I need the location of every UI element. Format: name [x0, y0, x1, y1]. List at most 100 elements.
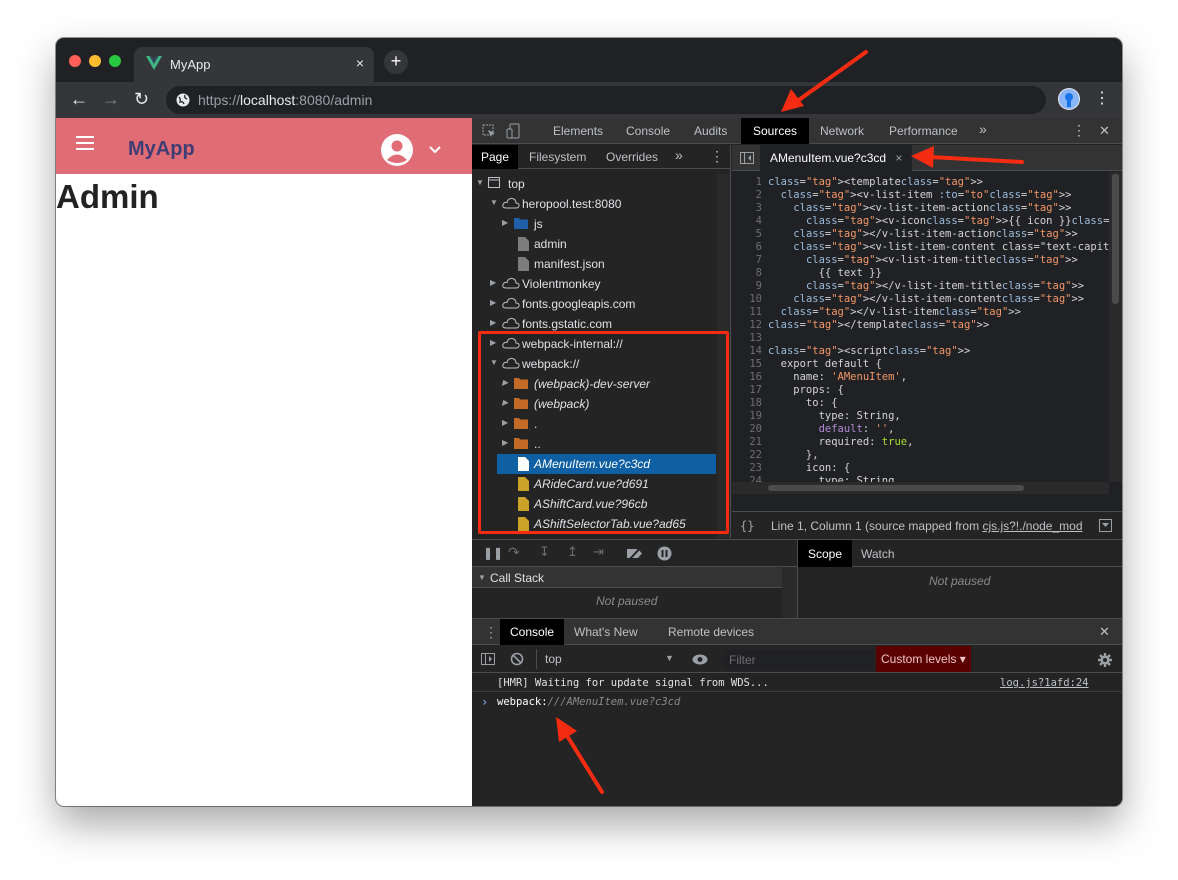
call-stack-header[interactable]: ▼ Call Stack — [472, 567, 782, 588]
line-number[interactable]: 14 — [732, 345, 762, 357]
more-tabs-icon[interactable]: » — [979, 121, 987, 137]
tab-watch[interactable]: Watch — [861, 547, 895, 561]
console-input[interactable]: webpack:///AMenuItem.vue?c3cd — [497, 696, 680, 708]
show-sidebar-icon[interactable] — [481, 653, 495, 665]
pause-icon[interactable]: ❚❚ — [483, 546, 503, 560]
forward-arrow-icon[interactable]: → — [102, 89, 120, 110]
step-into-icon[interactable]: ↧ — [539, 544, 550, 560]
line-number[interactable]: 13 — [732, 332, 762, 344]
close-window-button[interactable] — [69, 55, 81, 67]
pause-on-exceptions-icon[interactable] — [657, 546, 672, 561]
profile-avatar[interactable] — [1058, 88, 1080, 110]
expanded-arrow-icon[interactable]: ▼ — [490, 198, 498, 207]
line-number[interactable]: 12 — [732, 319, 762, 331]
line-number[interactable]: 6 — [732, 241, 762, 253]
tree-item[interactable]: ▶ fonts.googleapis.com — [472, 294, 716, 314]
tab-sources[interactable]: Sources — [741, 118, 810, 144]
line-number[interactable]: 1 — [732, 176, 762, 188]
tab-audits[interactable]: Audits — [694, 124, 727, 138]
collapsed-arrow-icon[interactable]: ▶ — [490, 278, 496, 287]
editor-vertical-scrollbar[interactable] — [1109, 172, 1122, 482]
tab-drawer-console[interactable]: Console — [500, 619, 565, 645]
account-circle-icon[interactable] — [380, 133, 414, 167]
line-number[interactable]: 11 — [732, 306, 762, 318]
log-source-link[interactable]: log.js?1afd:24 — [1000, 677, 1089, 689]
tree-item[interactable]: ▼ top — [472, 174, 716, 194]
menu-icon[interactable] — [76, 142, 94, 144]
editor-tab-close-icon[interactable]: × — [895, 151, 902, 165]
step-icon[interactable]: ⇥ — [593, 544, 604, 560]
log-levels-dropdown[interactable]: Custom levels ▾ — [876, 646, 971, 672]
line-number[interactable]: 7 — [732, 254, 762, 266]
tab-performance[interactable]: Performance — [889, 124, 958, 138]
editor-tab-amenuitem[interactable]: AMenuItem.vue?c3cd × — [760, 145, 913, 171]
console-settings-gear-icon[interactable] — [1098, 653, 1112, 667]
step-out-icon[interactable]: ↥ — [567, 544, 578, 560]
device-toolbar-icon[interactable] — [506, 123, 520, 139]
collapsed-arrow-icon[interactable]: ▶ — [490, 298, 496, 307]
collapsed-arrow-icon[interactable]: ▶ — [502, 218, 508, 227]
maximize-window-button[interactable] — [109, 55, 121, 67]
chevron-down-icon[interactable] — [428, 145, 442, 155]
tab-whats-new[interactable]: What's New — [574, 625, 638, 639]
line-number[interactable]: 8 — [732, 267, 762, 279]
tab-page[interactable]: Page — [472, 145, 519, 169]
tab-network[interactable]: Network — [820, 124, 864, 138]
line-number[interactable]: 17 — [732, 384, 762, 396]
reload-icon[interactable]: ↻ — [134, 89, 149, 110]
coverage-toggle-icon[interactable] — [1099, 519, 1112, 532]
tab-close-icon[interactable]: × — [356, 55, 364, 71]
tab-console[interactable]: Console — [626, 124, 670, 138]
line-number[interactable]: 3 — [732, 202, 762, 214]
close-devtools-icon[interactable]: ✕ — [1099, 123, 1110, 139]
clear-console-icon[interactable] — [510, 652, 524, 666]
line-number[interactable]: 22 — [732, 449, 762, 461]
navigator-more-icon[interactable]: » — [675, 147, 683, 163]
tree-item[interactable]: ▶ Violentmonkey — [472, 274, 716, 294]
code-content[interactable]: 1 class="tag"><templateclass="tag">> 2 cla… — [732, 172, 1122, 482]
new-tab-button[interactable]: + — [384, 50, 408, 74]
line-number[interactable]: 10 — [732, 293, 762, 305]
back-arrow-icon[interactable]: ← — [70, 89, 88, 110]
hscroll-thumb[interactable] — [768, 485, 1024, 491]
debugger-scrollbar[interactable] — [782, 567, 797, 622]
tab-filesystem[interactable]: Filesystem — [529, 150, 586, 164]
tree-item[interactable]: ▼ heropool.test:8080 — [472, 194, 716, 214]
drawer-menu-icon[interactable]: ⋮ — [484, 624, 498, 641]
line-number[interactable]: 2 — [732, 189, 762, 201]
line-number[interactable]: 16 — [732, 371, 762, 383]
tree-item[interactable]: ▶ js — [472, 214, 716, 234]
scroll-thumb[interactable] — [1112, 174, 1119, 304]
line-number[interactable]: 9 — [732, 280, 762, 292]
inspect-element-icon[interactable] — [482, 124, 496, 138]
collapsed-arrow-icon[interactable]: ▶ — [490, 318, 496, 327]
navigator-menu-icon[interactable]: ⋮ — [710, 148, 724, 165]
line-number[interactable]: 21 — [732, 436, 762, 448]
line-number[interactable]: 24 — [732, 475, 762, 482]
filter-input[interactable]: Filter — [724, 650, 874, 669]
tab-overrides[interactable]: Overrides — [606, 150, 658, 164]
console-prompt[interactable]: › webpack:///AMenuItem.vue?c3cd — [472, 693, 1122, 711]
browser-tab[interactable]: MyApp × — [134, 47, 374, 82]
context-selector[interactable]: top ▼ — [536, 649, 676, 669]
pretty-print-icon[interactable]: {} — [740, 519, 754, 533]
tree-item[interactable]: admin — [472, 234, 716, 254]
line-number[interactable]: 4 — [732, 215, 762, 227]
line-number[interactable]: 19 — [732, 410, 762, 422]
close-drawer-icon[interactable]: ✕ — [1099, 624, 1110, 640]
editor-horizontal-scrollbar[interactable] — [732, 482, 1109, 494]
source-map-link[interactable]: cjs.js?!./node_mod — [982, 519, 1082, 533]
live-expression-eye-icon[interactable] — [692, 654, 708, 665]
browser-menu-icon[interactable]: ⋮ — [1094, 88, 1110, 108]
tab-elements[interactable]: Elements — [553, 124, 603, 138]
line-number[interactable]: 5 — [732, 228, 762, 240]
address-bar[interactable]: https://localhost:8080/admin — [166, 86, 1046, 114]
line-number[interactable]: 20 — [732, 423, 762, 435]
toggle-navigator-icon[interactable] — [740, 152, 754, 164]
tree-item[interactable]: manifest.json — [472, 254, 716, 274]
line-number[interactable]: 23 — [732, 462, 762, 474]
devtools-menu-icon[interactable]: ⋮ — [1072, 122, 1086, 139]
tab-scope[interactable]: Scope — [798, 540, 853, 567]
line-number[interactable]: 15 — [732, 358, 762, 370]
line-number[interactable]: 18 — [732, 397, 762, 409]
